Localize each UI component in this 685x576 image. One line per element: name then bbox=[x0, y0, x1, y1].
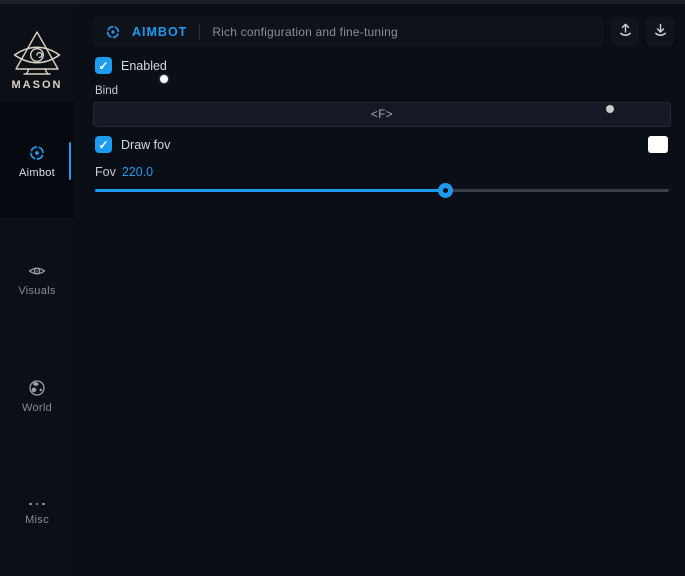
fov-value: 220.0 bbox=[122, 165, 153, 179]
fov-color-swatch[interactable] bbox=[648, 136, 668, 153]
download-icon bbox=[652, 21, 669, 43]
sidebar-item-label: World bbox=[22, 402, 52, 414]
mason-menu-window: MASON Aimbot Visuals bbox=[0, 0, 685, 576]
fov-slider-handle[interactable] bbox=[438, 183, 453, 198]
sidebar-item-label: Visuals bbox=[18, 285, 55, 297]
enabled-label: Enabled bbox=[121, 59, 167, 73]
bind-label: Bind bbox=[95, 85, 118, 97]
bind-key-value: <F> bbox=[371, 109, 393, 121]
draw-fov-label: Draw fov bbox=[121, 138, 170, 152]
sidebar-item-world[interactable]: World bbox=[0, 379, 74, 414]
brand-logo: MASON bbox=[0, 30, 74, 91]
brand-name: MASON bbox=[0, 79, 74, 91]
sidebar-item-misc[interactable]: Misc bbox=[0, 499, 74, 526]
fov-slider[interactable] bbox=[95, 183, 669, 198]
sidebar-item-label: Misc bbox=[25, 514, 49, 526]
enabled-checkbox[interactable]: ✓ bbox=[95, 57, 112, 74]
enabled-row: ✓ Enabled bbox=[95, 57, 167, 74]
page-subtitle: Rich configuration and fine-tuning bbox=[212, 25, 398, 39]
fov-slider-fill bbox=[95, 189, 445, 192]
draw-fov-checkbox[interactable]: ✓ bbox=[95, 136, 112, 153]
sidebar-item-label: Aimbot bbox=[19, 167, 55, 179]
sidebar-item-aimbot[interactable]: Aimbot bbox=[0, 144, 74, 179]
globe-icon bbox=[28, 379, 46, 397]
fov-value-row: Fov 220.0 bbox=[95, 165, 153, 179]
import-config-button[interactable] bbox=[646, 17, 674, 46]
sidebar-item-visuals[interactable]: Visuals bbox=[0, 262, 74, 297]
page-title: AIMBOT bbox=[132, 25, 187, 39]
bind-key-field[interactable]: <F> bbox=[93, 102, 671, 127]
mouse-cursor-dot bbox=[160, 75, 168, 83]
sidebar: MASON Aimbot Visuals bbox=[0, 4, 74, 576]
check-icon: ✓ bbox=[98, 60, 108, 72]
eye-icon bbox=[28, 262, 46, 280]
ellipsis-icon bbox=[29, 499, 45, 509]
page-header: AIMBOT Rich configuration and fine-tunin… bbox=[93, 16, 604, 47]
upload-icon bbox=[617, 21, 634, 43]
export-config-button[interactable] bbox=[611, 17, 639, 46]
mason-eye-pyramid-icon bbox=[0, 30, 74, 76]
fov-label: Fov bbox=[95, 165, 116, 179]
check-icon: ✓ bbox=[98, 139, 108, 151]
window-top-strip bbox=[0, 0, 685, 4]
crosshair-icon bbox=[105, 24, 121, 40]
crosshair-icon bbox=[28, 144, 46, 162]
cursor-ghost-dot bbox=[606, 105, 614, 113]
header-divider bbox=[199, 24, 200, 40]
draw-fov-row: ✓ Draw fov bbox=[95, 136, 170, 153]
